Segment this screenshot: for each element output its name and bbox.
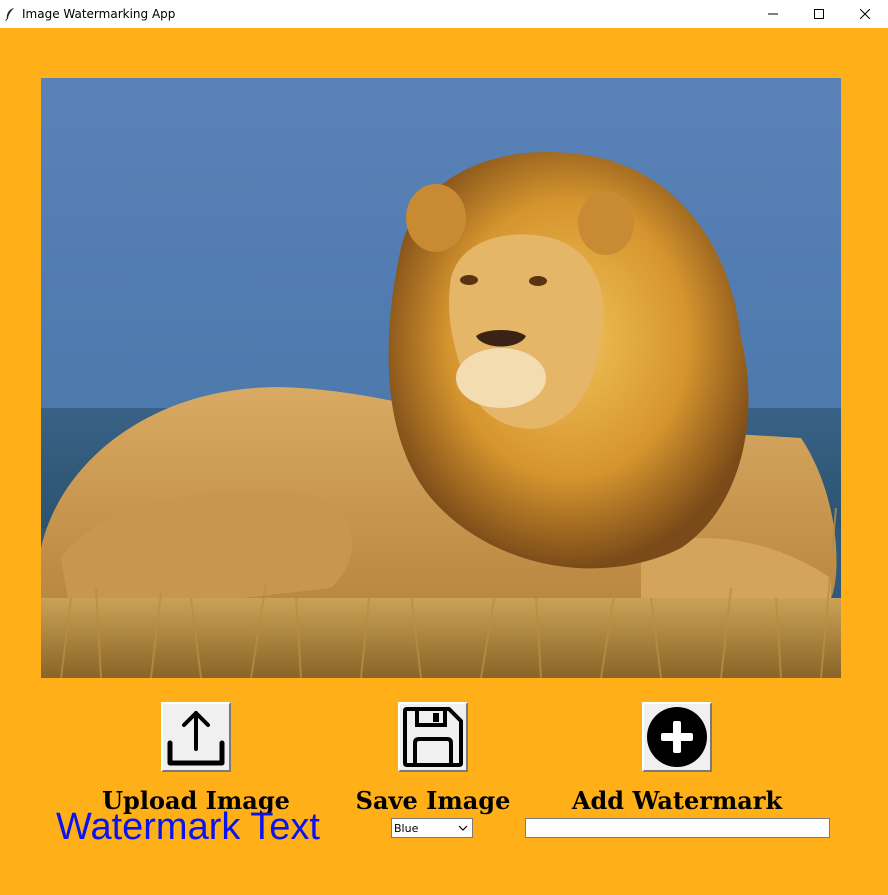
close-button[interactable]	[842, 0, 888, 28]
add-watermark-label: Add Watermark	[571, 786, 783, 815]
main-window: Upload Image Save Image Add Watermark Wa…	[0, 28, 888, 895]
add-watermark-button[interactable]	[642, 702, 712, 772]
plus-circle-icon	[647, 707, 707, 767]
color-select[interactable]: Blue	[391, 818, 473, 838]
minimize-button[interactable]	[750, 0, 796, 28]
title-bar: Image Watermarking App	[0, 0, 888, 28]
save-image-label: Save Image	[355, 786, 511, 815]
feather-icon	[2, 6, 18, 22]
lion-image	[41, 78, 841, 678]
close-icon	[860, 9, 870, 19]
save-button[interactable]	[398, 702, 468, 772]
watermark-text-label: Watermark Text	[56, 806, 320, 848]
chevron-down-icon	[458, 825, 468, 831]
floppy-disk-icon	[403, 707, 463, 767]
window-title: Image Watermarking App	[22, 7, 176, 21]
window-controls	[750, 0, 888, 28]
color-select-value: Blue	[394, 821, 419, 835]
image-preview	[41, 78, 841, 678]
maximize-icon	[814, 9, 824, 19]
upload-button[interactable]	[161, 702, 231, 772]
minimize-icon	[768, 13, 778, 15]
upload-icon	[167, 711, 225, 766]
watermark-text-input[interactable]	[525, 818, 830, 838]
maximize-button[interactable]	[796, 0, 842, 28]
